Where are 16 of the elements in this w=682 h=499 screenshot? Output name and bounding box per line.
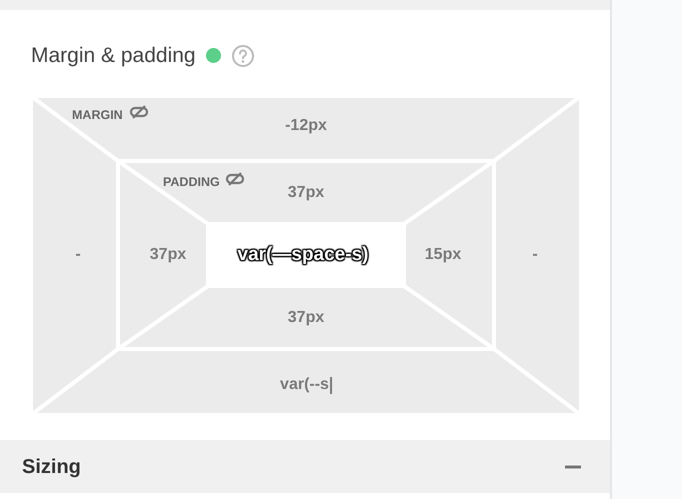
unlink-icon[interactable] [225,172,245,186]
value-field[interactable]: - [75,243,81,267]
value-field[interactable]: -12px [285,114,327,138]
unlink-icon[interactable] [129,105,149,119]
box-label: MARGIN [72,107,123,124]
value-field[interactable]: - [532,243,538,267]
tooltip-text: var(—space-s) [238,242,368,268]
value-field[interactable]: 15px [424,243,462,267]
help-icon[interactable] [230,44,255,68]
section-title: Sizing [22,454,81,480]
value-field[interactable]: 37px [150,243,186,267]
box-label: PADDING [163,174,220,191]
section-title: Margin & padding [31,42,196,69]
value-field[interactable]: var(--s [280,373,332,397]
value-field[interactable]: 37px [288,306,324,330]
value-field[interactable]: 37px [288,181,324,205]
